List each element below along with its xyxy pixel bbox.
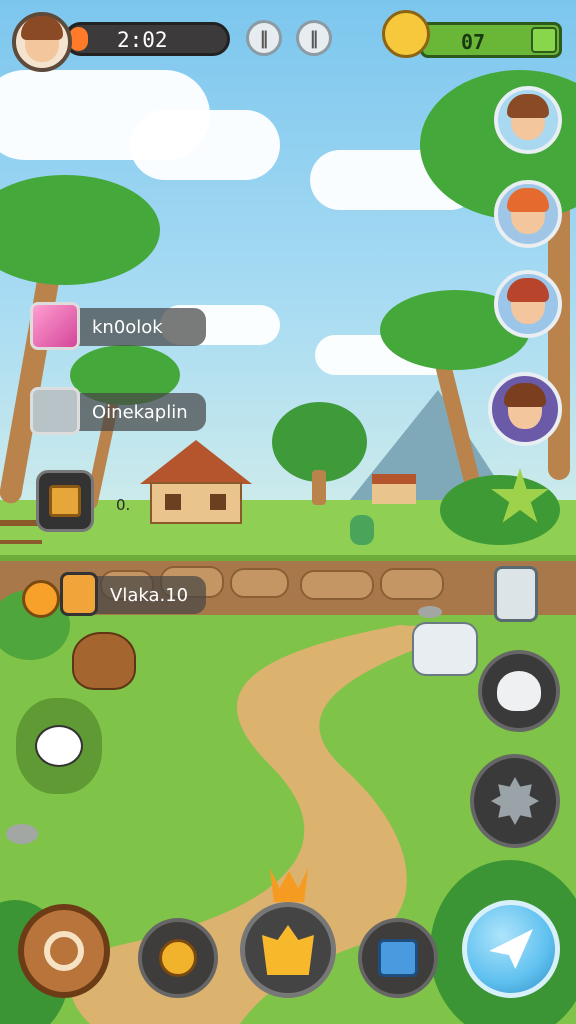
villager-character[interactable] [350, 515, 374, 545]
sun-creature-button[interactable] [138, 918, 218, 998]
timer-text: 2:02 [117, 28, 168, 52]
settings-button[interactable] [470, 754, 560, 848]
map-card-icon [378, 939, 418, 977]
coin-bar[interactable]: 07 [420, 22, 562, 58]
item-label-3[interactable]: Vlaka.10 [60, 572, 206, 616]
crown-gem-button[interactable] [240, 902, 336, 998]
cloud [130, 110, 280, 180]
paper-plane-icon [489, 929, 533, 969]
stone [230, 568, 289, 598]
stone [300, 570, 374, 600]
rock [418, 606, 442, 618]
item-label-1-text: kn0olok [92, 316, 163, 338]
ghost-icon [497, 671, 541, 711]
pause-icon: ‖ [309, 27, 319, 49]
pause-button[interactable]: ‖ [246, 20, 282, 56]
pink-card-icon [30, 302, 80, 350]
box-icon [49, 485, 81, 517]
inventory-slot[interactable] [36, 470, 94, 532]
map-card-button[interactable] [358, 918, 438, 998]
tree-trunk [312, 470, 326, 505]
sun-creature-icon [159, 939, 197, 977]
friend-avatar-4[interactable] [488, 372, 562, 446]
crown-gem-icon [262, 925, 314, 975]
friend-avatar-1[interactable] [494, 86, 562, 154]
player-avatar[interactable] [12, 12, 72, 72]
bear-creature[interactable] [72, 632, 136, 690]
rock [6, 824, 38, 844]
mascot-icon[interactable] [382, 10, 430, 58]
ghost-button[interactable] [478, 650, 560, 732]
send-button[interactable] [462, 900, 560, 998]
house-small [372, 474, 416, 504]
bush [440, 475, 560, 545]
pause-button-alt[interactable]: ‖ [296, 20, 332, 56]
gear-icon [491, 777, 539, 825]
add-coin-button[interactable] [531, 27, 557, 53]
avatar-face [21, 16, 63, 62]
friend-avatar-2[interactable] [494, 180, 562, 248]
stone [380, 568, 444, 600]
sheep-icon [35, 725, 83, 767]
timer-bar: 2:02 [64, 22, 230, 56]
house [140, 440, 252, 525]
bottle-icon [60, 572, 98, 616]
target-button[interactable] [18, 904, 110, 998]
item-label-2-text: Oinekaplin [92, 401, 188, 423]
dog-creature[interactable] [412, 622, 478, 676]
target-icon [44, 931, 84, 971]
pause-icon: ‖ [259, 27, 269, 49]
small-value-text: 0. [116, 496, 131, 514]
friend-avatar-3[interactable] [494, 270, 562, 338]
sheep-button[interactable] [16, 698, 102, 794]
bucket-item[interactable] [494, 566, 538, 622]
coin-count: 07 [461, 30, 486, 54]
fire-icon[interactable] [22, 580, 60, 618]
item-label-2[interactable]: Oinekaplin [30, 387, 206, 435]
robot-icon [30, 387, 80, 435]
item-label-1[interactable]: kn0olok [30, 302, 206, 350]
item-label-3-text: Vlaka.10 [110, 584, 189, 606]
